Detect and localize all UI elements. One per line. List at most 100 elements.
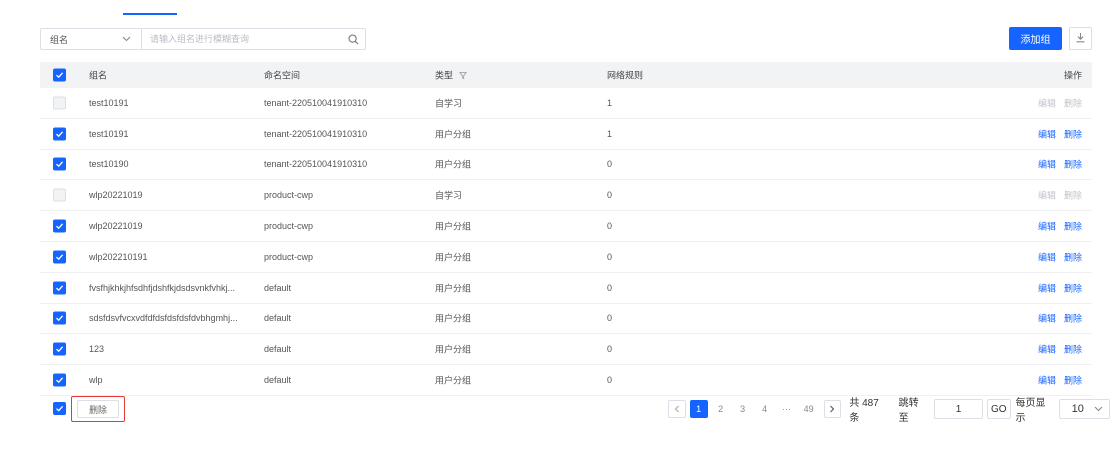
row-actions: 编辑 删除 (1030, 96, 1082, 109)
group-type: 用户分组 (435, 375, 472, 386)
delete-link[interactable]: 删除 (1064, 345, 1082, 355)
edit-link: 编辑 (1037, 190, 1056, 201)
row-checkbox[interactable] (53, 219, 66, 233)
edit-link[interactable]: 编辑 (1038, 160, 1056, 170)
namespace: default (264, 344, 292, 355)
chevron-down-icon (1094, 405, 1103, 414)
row-checkbox[interactable] (53, 250, 66, 264)
page-number[interactable]: 3 (734, 400, 752, 418)
edit-link[interactable]: 编辑 (1038, 283, 1056, 293)
rule-count: 0 (607, 375, 613, 386)
namespace: default (264, 313, 292, 324)
row-checkbox[interactable] (53, 281, 66, 295)
row-checkbox[interactable] (53, 157, 66, 171)
namespace: tenant-220510041910310 (264, 159, 368, 170)
group-type: 用户分组 (435, 283, 472, 294)
edit-link[interactable]: 编辑 (1038, 345, 1056, 355)
rule-count: 1 (607, 128, 613, 139)
filter-icon[interactable] (458, 72, 467, 82)
page-number[interactable]: 49 (800, 400, 818, 418)
delete-link[interactable]: 删除 (1064, 222, 1082, 232)
page-number[interactable]: 2 (712, 400, 730, 418)
add-group-button[interactable]: 添加组 (1009, 27, 1062, 50)
total-count: 共 487 条 (849, 398, 879, 424)
page-number[interactable]: 4 (756, 400, 774, 418)
row-actions: 编辑 删除 (1030, 374, 1082, 387)
search-filter: 组名 (40, 28, 366, 50)
table-row: wlp202210191 product-cwp 用户分组 0 编辑 删除 (40, 242, 1092, 273)
go-button[interactable]: GO (987, 399, 1011, 419)
bulk-delete-button[interactable]: 删除 (77, 400, 119, 418)
table-row: test10191 tenant-220510041910310 用户分组 1 编辑 删除 (40, 119, 1092, 150)
table-header: 组名 命名空间 类型 网络规则 操作 (40, 62, 1092, 88)
header-name: 组名 (89, 70, 108, 81)
delete-link[interactable]: 删除 (1064, 160, 1082, 170)
row-actions: 编辑 删除 (1030, 343, 1082, 356)
table-row: 123 default 用户分组 0 编辑 删除 (40, 334, 1092, 366)
namespace: product-cwp (264, 221, 314, 232)
table-body: test10191 tenant-220510041910310 自学习 1 编辑 删除 t… (40, 88, 1092, 396)
group-name: 123 (89, 344, 105, 355)
group-name: test10191 (89, 128, 129, 139)
rule-count: 0 (607, 344, 613, 355)
row-actions: 编辑 删除 (1030, 312, 1082, 325)
namespace: product-cwp (264, 251, 314, 262)
group-table: 组名 命名空间 类型 网络规则 操作 test10191 tenant-22051… (40, 62, 1092, 396)
edit-link[interactable]: 编辑 (1038, 129, 1056, 139)
namespace: default (264, 375, 292, 386)
page-ellipsis[interactable]: ··· (778, 400, 796, 418)
row-checkbox[interactable] (53, 373, 66, 387)
rule-count: 0 (607, 313, 613, 324)
download-button[interactable] (1069, 27, 1092, 50)
edit-link[interactable]: 编辑 (1038, 222, 1056, 232)
row-checkbox[interactable] (53, 127, 66, 141)
row-checkbox[interactable] (53, 342, 66, 356)
per-page-select[interactable]: 10 (1058, 399, 1110, 419)
row-checkbox (53, 96, 66, 110)
delete-link[interactable]: 删除 (1064, 129, 1082, 139)
namespace: tenant-220510041910310 (264, 128, 368, 139)
row-actions: 编辑 删除 (1030, 281, 1082, 294)
table-row: wlp20221019 product-cwp 用户分组 0 编辑 删除 (40, 211, 1092, 242)
group-name: sdsfdsvfvcxvdfdfdsfdsfdsfdvbhgmhj... (89, 313, 238, 324)
group-name: test10190 (89, 159, 129, 170)
row-actions: 编辑 删除 (1030, 127, 1082, 140)
per-page-value: 10 (1071, 403, 1084, 415)
delete-link[interactable]: 删除 (1064, 376, 1082, 386)
search-input[interactable] (142, 29, 341, 49)
jump-page-input[interactable]: 1 (934, 399, 983, 419)
page-number[interactable]: 1 (689, 400, 708, 418)
namespace: tenant-220510041910310 (264, 97, 368, 108)
edit-link[interactable]: 编辑 (1038, 252, 1056, 262)
row-actions: 编辑 删除 (1030, 189, 1082, 202)
table-row: wlp default 用户分组 0 编辑 删除 (40, 365, 1092, 396)
next-page-button[interactable] (823, 400, 842, 418)
namespace: default (264, 282, 292, 293)
bulk-delete-highlight: 删除 (71, 396, 125, 422)
delete-link[interactable]: 删除 (1064, 283, 1082, 293)
header-type-label: 类型 (435, 70, 454, 81)
search-icon[interactable] (341, 33, 365, 45)
row-actions: 编辑 删除 (1030, 250, 1082, 263)
select-all-checkbox[interactable] (53, 68, 66, 82)
prev-page-button[interactable] (668, 400, 686, 418)
delete-link[interactable]: 删除 (1064, 252, 1082, 262)
delete-link: 删除 (1063, 98, 1082, 109)
row-checkbox[interactable] (53, 311, 66, 325)
group-type: 用户分组 (435, 252, 472, 263)
group-name: wlp20221019 (89, 221, 143, 232)
header-type: 类型 (435, 69, 467, 82)
group-type: 用户分组 (435, 313, 472, 324)
group-type: 用户分组 (435, 159, 472, 170)
edit-link: 编辑 (1037, 98, 1056, 109)
edit-link[interactable]: 编辑 (1038, 376, 1056, 386)
edit-link[interactable]: 编辑 (1038, 314, 1056, 324)
group-name: wlp20221019 (89, 190, 143, 201)
filter-field-select[interactable]: 组名 (41, 29, 142, 49)
header-namespace: 命名空间 (264, 70, 301, 81)
bulk-select-checkbox[interactable] (53, 402, 66, 415)
group-type: 自学习 (435, 190, 463, 201)
rule-count: 0 (607, 282, 613, 293)
delete-link[interactable]: 删除 (1064, 314, 1082, 324)
table-row: fvsfhjkhkjhfsdhfjdshfkjdsdsvnkfvhkj... de… (40, 273, 1092, 304)
